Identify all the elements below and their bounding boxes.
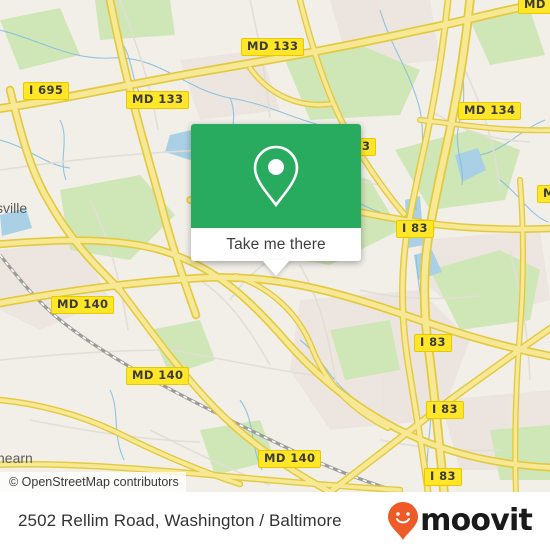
popup-action-area[interactable]: Take me there	[191, 228, 361, 276]
popup-tail-pointer	[262, 260, 290, 276]
moovit-wordmark: moovit	[420, 503, 533, 538]
road-shield: MD 133	[241, 38, 305, 56]
moovit-logo[interactable]: moovit	[387, 501, 533, 541]
road-shield: MD 140	[126, 367, 190, 385]
map-pin-icon	[253, 145, 299, 208]
take-me-there-label: Take me there	[226, 235, 326, 253]
road-shield: I 83	[414, 334, 452, 352]
road-shield: MD 1	[518, 0, 550, 14]
place-label: hearn	[0, 450, 33, 466]
map-screen: MD 133I 695MD 133MD 134MD 13MI 83MD 140I…	[0, 0, 550, 550]
road-shield: MD 140	[258, 450, 322, 468]
place-label: sville	[0, 200, 28, 216]
footer-bar: 2502 Rellim Road, Washington / Baltimore…	[0, 492, 550, 550]
road-shield: I 83	[424, 468, 462, 486]
road-shield: M	[537, 185, 550, 203]
road-shield: MD 140	[51, 296, 115, 314]
address-label: 2502 Rellim Road, Washington / Baltimore	[18, 511, 342, 530]
location-popup-card[interactable]: Take me there	[191, 124, 361, 276]
moovit-smiley-pin-icon	[388, 502, 419, 540]
popup-pin-area	[191, 124, 361, 228]
road-shield: MD 133	[126, 91, 190, 109]
road-shield: MD 134	[458, 102, 522, 120]
map-attribution[interactable]: © OpenStreetMap contributors	[0, 472, 186, 492]
road-shield: I 83	[426, 401, 464, 419]
road-shield: I 83	[396, 220, 434, 238]
map-canvas[interactable]: MD 133I 695MD 133MD 134MD 13MI 83MD 140I…	[0, 0, 550, 492]
road-shield: I 695	[23, 82, 70, 100]
